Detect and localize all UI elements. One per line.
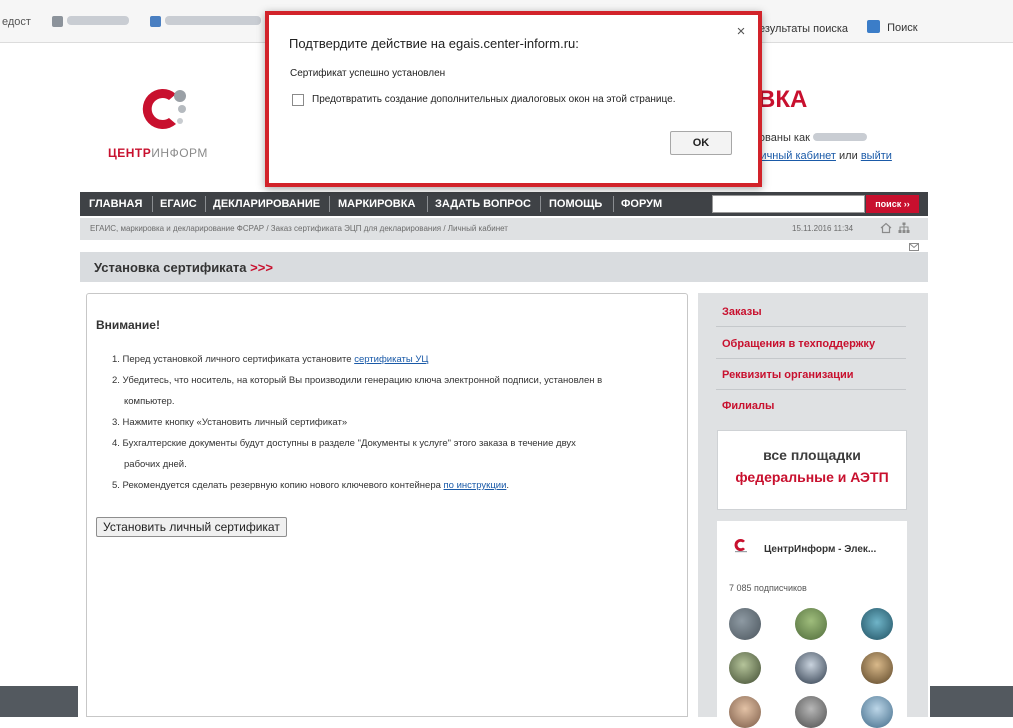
nav-separator [427,196,428,212]
logout-link[interactable]: выйти [861,150,892,162]
search-page-icon [867,20,880,33]
avatar[interactable] [795,652,827,684]
sidebar-item-support-requests[interactable]: Обращения в техподдержку [722,338,875,350]
nav-separator [540,196,541,212]
prevent-dialogs-checkbox[interactable] [292,94,304,106]
avatar[interactable] [861,608,893,640]
nav-separator [152,196,153,212]
nav-item-declaration[interactable]: ДЕКЛАРИРОВАНИЕ [213,192,320,216]
sidebar-item-orders[interactable]: Заказы [722,306,762,318]
install-certificate-button[interactable]: Установить личный сертификат [96,517,287,537]
promo-banner-line1: все площадки [763,447,861,463]
list-item-continuation: компьютер. [112,391,682,412]
dialog-message: Сертификат успешно установлен [290,68,446,79]
site-title: ВКА [758,86,808,113]
favorite-search-results[interactable]: езультаты поиска [759,23,848,35]
instruction-link[interactable]: по инструкции [444,480,507,491]
sidebar-item-branches[interactable]: Филиалы [722,400,774,412]
list-item-continuation: рабочих дней. [112,454,682,475]
nav-item-ask-question[interactable]: ЗАДАТЬ ВОПРОС [435,192,531,216]
sidebar-divider [716,389,906,390]
current-datetime: 15.11.2016 11:34 [792,224,854,233]
community-logo-icon[interactable] [733,537,749,553]
site-search-button[interactable]: поиск ›› [866,195,919,213]
user-links: личный кабинет или выйти [754,150,892,162]
blurred-label [67,16,129,25]
logo-mark-icon[interactable] [136,82,190,136]
list-item: 2. Убедитесь, что носитель, на который В… [112,370,682,391]
step-text: 5. Рекомендуется сделать резервную копию… [112,480,444,491]
logo-wordmark[interactable]: ЦЕНТРИНФОРМ [108,146,208,160]
sidebar-item-organization-details[interactable]: Реквизиты организации [722,369,854,381]
favorite-label: едост [2,16,31,28]
blurred-label [165,16,261,25]
favorite-item-blurred-2[interactable] [150,16,261,28]
page-icon [150,16,161,27]
step-text: . [506,480,510,491]
ok-button[interactable]: OK [670,131,732,155]
breadcrumb[interactable]: ЕГАИС, маркировка и декларирование ФСРАР… [90,224,508,233]
avatar[interactable] [729,696,761,728]
list-item: 4. Бухгалтерские документы будут доступн… [112,433,682,454]
promo-banner-line2: федеральные и АЭТП [735,469,889,485]
nav-separator [205,196,206,212]
favorite-item-blurred-1[interactable] [52,16,129,28]
section-title-text: Установка сертификата [94,260,247,275]
nav-item-egais[interactable]: ЕГАИС [160,192,197,216]
mail-icon[interactable] [909,243,919,251]
page-margin-left [0,43,78,717]
step-text: 3. Нажмите кнопку «Установить личный сер… [112,417,348,428]
logo-wordmark-red: ЦЕНТР [108,146,152,160]
close-icon[interactable]: × [733,24,749,40]
avatar[interactable] [861,652,893,684]
community-name[interactable]: ЦентрИнформ - Элек... [764,544,876,555]
or-text: или [839,150,858,162]
page-icon [52,16,63,27]
section-title-arrows: >>> [250,260,273,275]
nav-item-marking[interactable]: МАРКИРОВКА [338,192,415,216]
step-text: 4. Бухгалтерские документы будут доступн… [112,438,576,449]
footer-band [0,686,78,717]
step-text: рабочих дней. [124,459,187,470]
logo-wordmark-gray: ИНФОРМ [151,146,208,160]
favorite-item-partial[interactable]: едост [2,16,31,28]
instruction-list: 1. Перед установкой личного сертификата … [112,349,682,496]
avatar[interactable] [729,608,761,640]
footer-band [930,686,1013,717]
list-item: 3. Нажмите кнопку «Установить личный сер… [112,412,682,433]
sitemap-icon[interactable] [898,222,910,234]
nav-item-forum[interactable]: ФОРУМ [621,192,662,216]
step-text: компьютер. [124,396,175,407]
logged-in-as: зованы как [754,132,867,144]
avatar[interactable] [795,696,827,728]
section-title: Установка сертификата >>> [94,260,273,275]
avatar[interactable] [795,608,827,640]
site-search-input[interactable] [712,195,865,213]
attention-heading: Внимание! [96,318,160,332]
list-item: 5. Рекомендуется сделать резервную копию… [112,475,682,496]
nav-separator [613,196,614,212]
avatar[interactable] [729,652,761,684]
prevent-dialogs-label[interactable]: Предотвратить создание дополнительных ди… [312,94,675,105]
blurred-username [812,133,867,141]
list-item: 1. Перед установкой личного сертификата … [112,349,682,370]
step-text: 2. Убедитесь, что носитель, на который В… [112,375,603,386]
cabinet-link[interactable]: личный кабинет [754,150,836,162]
ca-certificates-link[interactable]: сертификаты УЦ [354,354,428,365]
subscriber-count: 7 085 подписчиков [729,583,807,593]
dialog-title: Подтвердите действие на egais.center-inf… [289,36,579,51]
favorite-search-label: Поиск [887,22,918,34]
nav-item-home[interactable]: ГЛАВНАЯ [89,192,142,216]
avatar[interactable] [861,696,893,728]
sidebar-divider [716,326,906,327]
logged-in-label: зованы как [754,132,810,144]
favorite-search[interactable]: Поиск [867,20,918,34]
home-icon[interactable] [880,222,892,234]
nav-item-help[interactable]: ПОМОЩЬ [549,192,602,216]
sidebar-divider [716,358,906,359]
nav-separator [329,196,330,212]
step-text: 1. Перед установкой личного сертификата … [112,354,355,365]
